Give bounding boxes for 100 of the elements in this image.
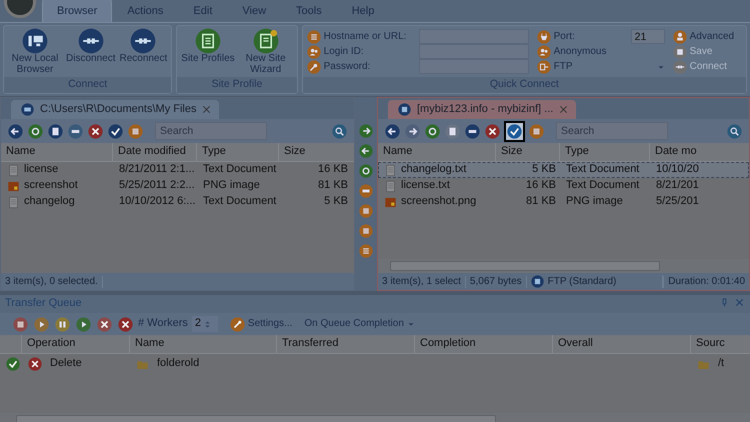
transfer-button[interactable] xyxy=(358,123,374,139)
search-button[interactable] xyxy=(331,122,348,140)
search-field[interactable]: Search xyxy=(155,122,267,140)
image-file-icon xyxy=(7,180,20,192)
field-label: Hostname or URL: xyxy=(324,30,408,43)
toolbar-button[interactable] xyxy=(107,122,124,140)
queue-button[interactable] xyxy=(96,316,113,332)
status-text: FTP (Standard) xyxy=(526,275,664,288)
document-icon xyxy=(384,164,397,176)
ribbon-button[interactable]: New Site Wizard xyxy=(236,28,295,76)
ribbon-button[interactable]: Site Profiles xyxy=(179,28,237,76)
search-icon xyxy=(332,124,347,138)
search-field[interactable]: Search xyxy=(556,122,668,140)
close-icon xyxy=(202,105,212,114)
refresh-icon xyxy=(28,124,43,138)
table-cell-text: 8/21/2011 2:1... xyxy=(118,163,196,177)
ribbon-tab[interactable]: Edit xyxy=(178,0,228,22)
toolbar-button[interactable] xyxy=(384,122,401,140)
workers-spinner[interactable]: 2 xyxy=(192,316,218,332)
column-header[interactable]: Size xyxy=(279,143,354,161)
transfer-button[interactable] xyxy=(358,143,374,159)
status-text: 3 item(s), 1 select xyxy=(378,276,466,288)
wizard-icon xyxy=(252,28,279,54)
queue-button[interactable] xyxy=(12,316,29,332)
table-cell-text: 81 KB xyxy=(525,195,557,209)
queue-row[interactable]: Delete folderold /t xyxy=(0,354,750,374)
person-icon xyxy=(672,30,687,44)
document-icon xyxy=(7,164,20,176)
search-icon xyxy=(727,124,742,138)
computer-icon xyxy=(22,28,48,54)
panel-tab[interactable]: C:\Users\R\Documents\My Files xyxy=(11,100,220,119)
column-header[interactable]: Completion xyxy=(415,335,553,353)
ribbon-button[interactable]: Advanced xyxy=(672,30,734,44)
document-icon xyxy=(7,196,20,208)
plug-icon xyxy=(130,28,156,54)
transfer-button[interactable] xyxy=(358,163,374,179)
field-label: # Workers xyxy=(138,317,188,331)
table-cell: Delete xyxy=(50,357,82,371)
column-header[interactable]: Size xyxy=(496,143,560,161)
table-cell: /t xyxy=(718,357,724,371)
completion-dropdown[interactable]: On Queue Completion xyxy=(304,318,415,330)
file-name: changelog xyxy=(24,195,75,209)
column-header[interactable]: Name xyxy=(1,143,113,161)
sync-icon xyxy=(359,164,373,178)
play-icon xyxy=(76,316,91,332)
search-button[interactable] xyxy=(726,122,743,140)
ribbon-tab[interactable]: Browser xyxy=(42,0,112,22)
toolbar-button[interactable] xyxy=(504,120,525,142)
column-header[interactable]: Operation xyxy=(22,335,130,353)
toolbar-button[interactable] xyxy=(484,122,501,140)
pin-icon xyxy=(720,298,729,307)
scrollbar[interactable] xyxy=(378,259,749,273)
caret-icon xyxy=(406,320,415,328)
queue-button[interactable] xyxy=(117,316,134,332)
ribbon-tab[interactable]: Tools xyxy=(281,0,337,22)
left-arrow-icon xyxy=(359,144,373,158)
ribbon-button[interactable]: Reconnect xyxy=(117,28,170,76)
queue-button[interactable] xyxy=(75,316,92,332)
anonymous-button[interactable]: Anonymous xyxy=(536,44,606,59)
file-name: changelog.txt xyxy=(401,163,466,177)
ribbon-button[interactable]: Disconnect xyxy=(64,28,118,76)
file-row[interactable]: license.txt 16 KB Text Document 8/21/201 xyxy=(378,178,749,194)
settings-button[interactable]: Settings... xyxy=(230,316,292,332)
column-header[interactable]: Date modified xyxy=(113,143,197,161)
column-header[interactable]: Overall xyxy=(553,335,691,353)
file-row[interactable]: changelog 10/10/2012 6:... Text Document 5 KB xyxy=(1,194,354,210)
spinner-arrows-icon xyxy=(203,320,212,328)
forward-icon xyxy=(405,124,420,138)
table-cell-text: Text Document xyxy=(565,163,640,177)
right-arrow-icon xyxy=(359,124,373,138)
file-row[interactable]: screenshot 5/25/2011 2:2... PNG image 81 KB xyxy=(1,178,354,194)
column-header[interactable]: Type xyxy=(197,143,279,161)
ribbon-button[interactable]: New Local Browser xyxy=(6,28,64,76)
panel-tab[interactable]: [mybiz123.info - mybizinf] ... xyxy=(388,100,576,119)
table-cell-text: PNG image xyxy=(202,179,261,193)
toolbar-button[interactable] xyxy=(7,122,24,140)
column-header[interactable]: Name xyxy=(130,335,277,353)
table-cell-text: 16 KB xyxy=(317,163,349,177)
file-row[interactable]: screenshot.png 81 KB PNG image 5/25/201 xyxy=(378,194,749,210)
ribbon-tab[interactable]: Actions xyxy=(112,0,178,22)
ribbon-tab[interactable]: Help xyxy=(336,0,390,22)
port-field[interactable]: 21 xyxy=(630,29,665,44)
ribbon-tab[interactable]: View xyxy=(227,0,282,22)
column-header[interactable]: Transferred xyxy=(277,335,415,353)
file-row[interactable]: changelog.txt 5 KB Text Document 10/10/20 xyxy=(378,162,749,178)
column-header[interactable]: Sourc xyxy=(691,335,750,353)
table-cell-text: 5/25/201 xyxy=(655,195,700,209)
file-row[interactable]: license 8/21/2011 2:1... Text Document 16 KB xyxy=(1,162,354,178)
field-label: Password: xyxy=(324,60,372,73)
close-icon xyxy=(559,105,568,114)
queue-button[interactable] xyxy=(54,316,71,332)
column-header[interactable]: Type xyxy=(560,143,650,161)
column-header[interactable]: Date mo xyxy=(650,143,749,161)
profile-icon xyxy=(194,28,221,54)
column-header[interactable]: Name xyxy=(378,143,496,161)
list-icon xyxy=(306,30,321,44)
transfer-button[interactable] xyxy=(358,243,374,259)
protocol-dropdown[interactable]: FTP xyxy=(536,60,665,74)
field-label: Port: xyxy=(554,30,576,43)
toolbar-button[interactable] xyxy=(87,122,104,140)
